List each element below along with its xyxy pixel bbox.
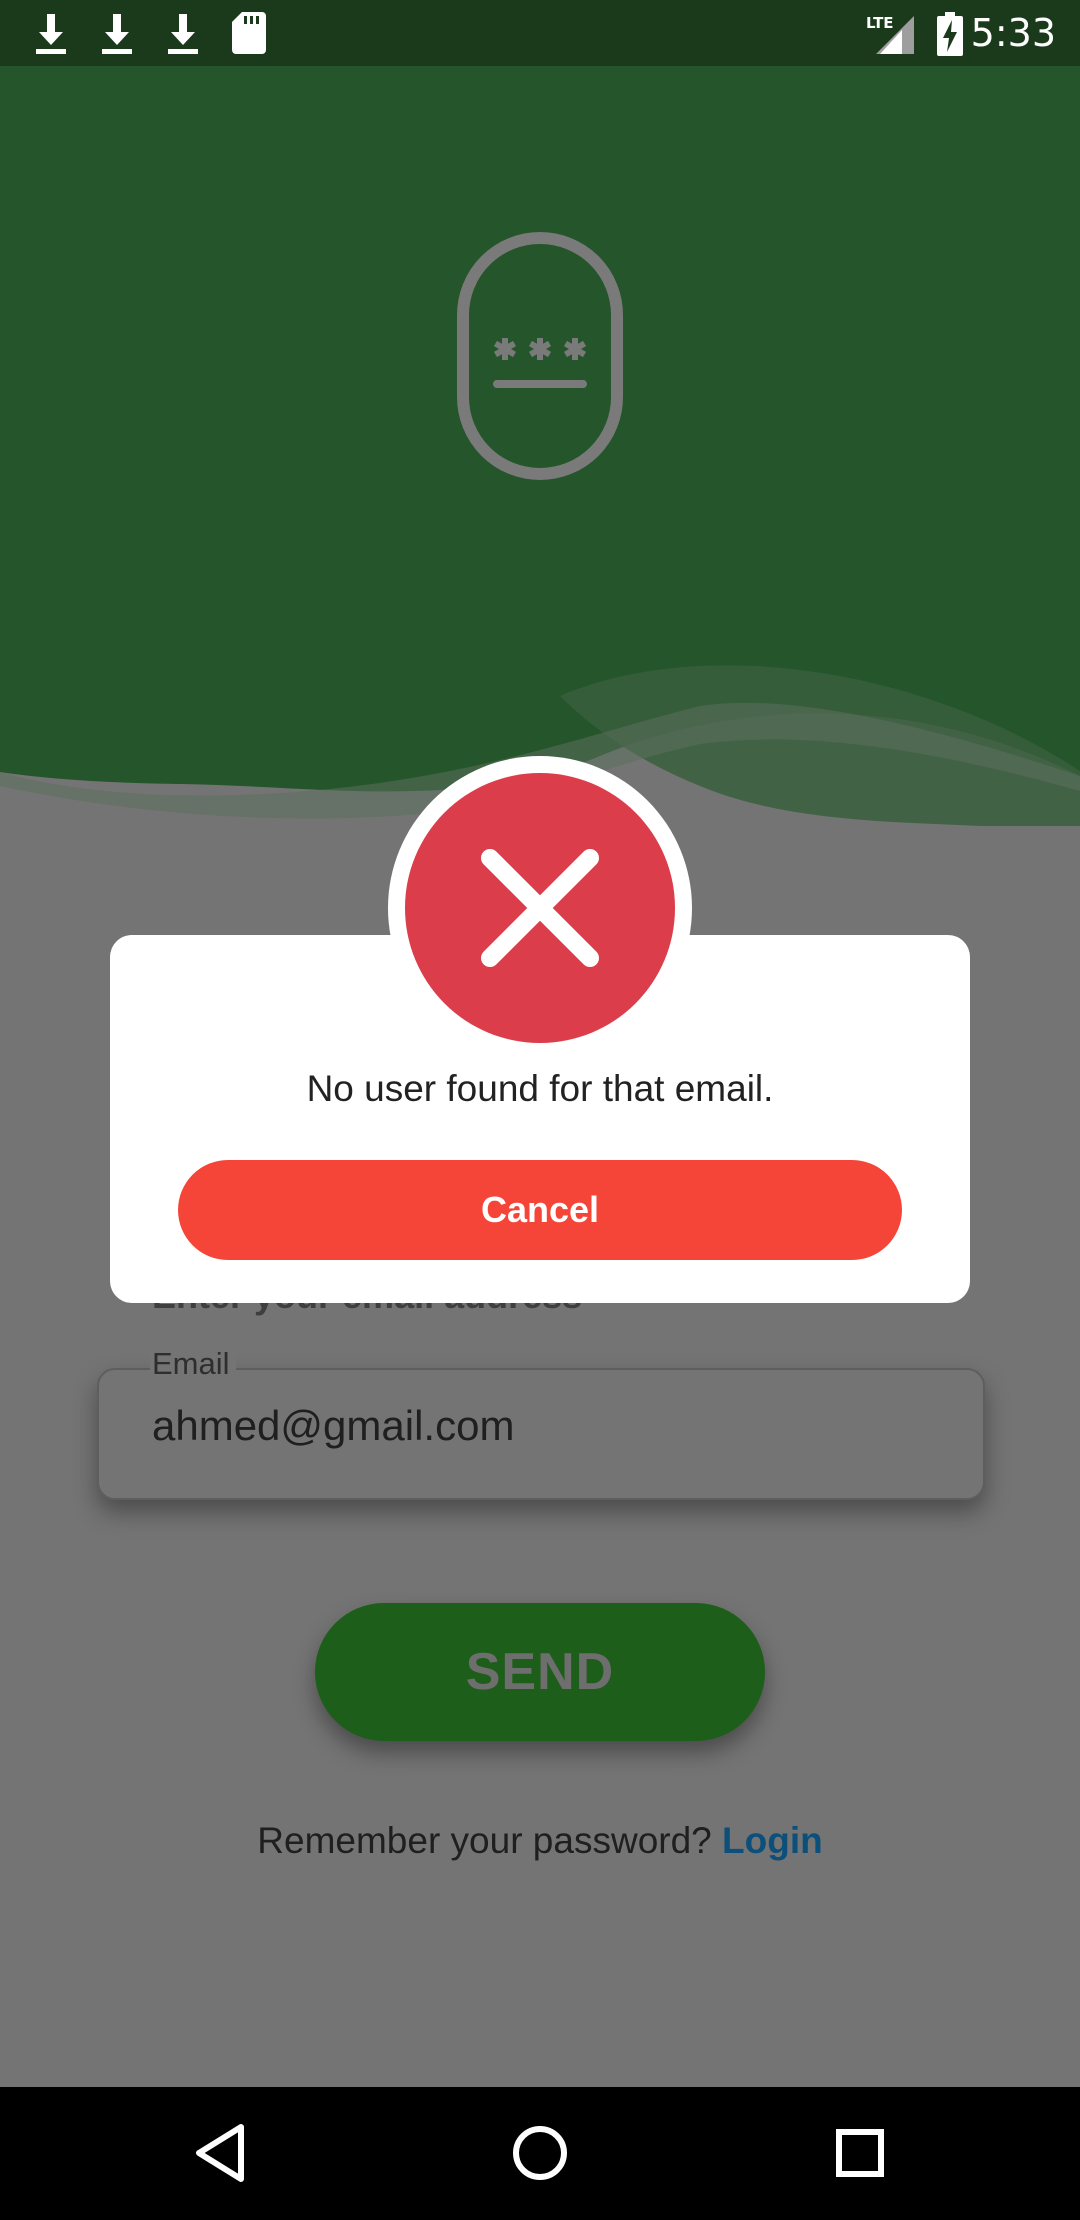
- remember-password-text: Remember your password?: [257, 1820, 712, 1861]
- login-link[interactable]: Login: [722, 1820, 823, 1861]
- email-field-label: Email: [150, 1346, 236, 1382]
- password-lock-icon: [457, 232, 623, 480]
- email-field-value[interactable]: ahmed@gmail.com: [152, 1402, 514, 1450]
- download-icon: [36, 14, 66, 54]
- back-icon[interactable]: [185, 2117, 257, 2189]
- svg-text:LTE: LTE: [866, 14, 894, 32]
- navigation-bar: [0, 2087, 1080, 2220]
- cancel-button[interactable]: Cancel: [178, 1160, 902, 1260]
- send-button[interactable]: SEND: [315, 1603, 765, 1741]
- status-time: 5:33: [970, 11, 1056, 55]
- sd-card-icon: [232, 12, 266, 54]
- error-x-icon: [481, 849, 599, 967]
- download-icon: [102, 14, 132, 54]
- recents-icon[interactable]: [824, 2117, 896, 2189]
- status-bar: LTE 5:33: [0, 0, 1080, 66]
- remember-password-row: Remember your password? Login: [0, 1820, 1080, 1862]
- battery-charging-icon: [937, 12, 963, 56]
- lte-signal-icon: LTE: [866, 14, 914, 54]
- dialog-message: No user found for that email.: [306, 1068, 774, 1109]
- download-icon: [168, 14, 198, 54]
- home-icon[interactable]: [504, 2117, 576, 2189]
- forgot-password-screen: LTE 5:33 Enter your email: [0, 0, 1080, 2220]
